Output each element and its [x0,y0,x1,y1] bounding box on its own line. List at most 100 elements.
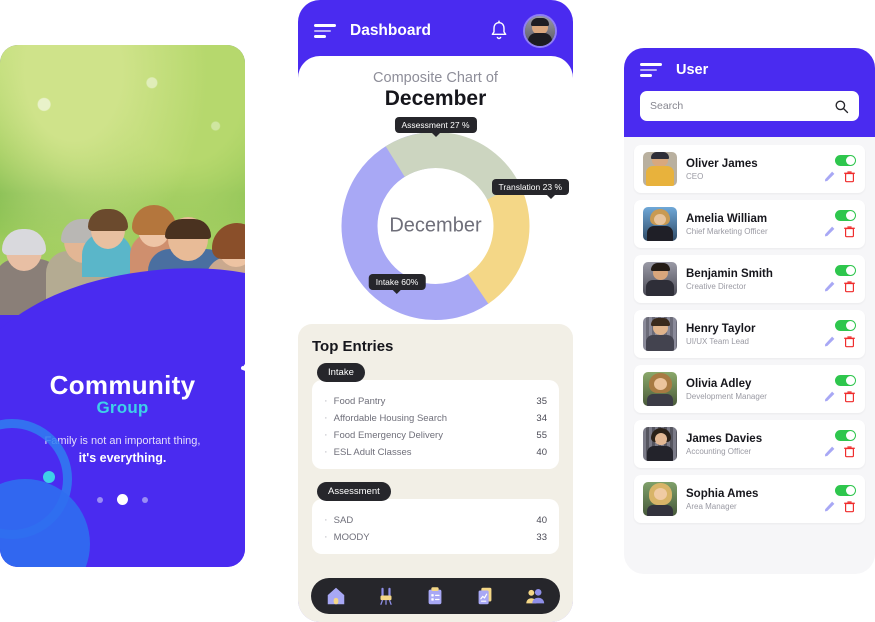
chart-subtitle: Composite Chart of [373,70,498,86]
bullet-icon: · [324,395,328,407]
avatar [643,152,677,186]
user-info: Benjamin Smith Creative Director [686,267,814,291]
list-item[interactable]: · SAD 40 [324,512,547,529]
list-item[interactable]: · MOODY 33 [324,529,547,546]
row-icon-group [823,225,856,238]
pencil-icon[interactable] [823,170,836,183]
entry-name: Food Emergency Delivery [333,430,443,441]
pencil-icon[interactable] [823,500,836,513]
tagline-line-1: Family is not an important thing, [44,435,201,447]
avatar[interactable] [523,14,557,48]
hamburger-icon[interactable] [640,63,662,77]
pagination-dot-1[interactable] [96,496,103,503]
table-row[interactable]: Amelia William Chief Marketing Officer [634,200,865,248]
report-chart-icon[interactable] [474,585,496,607]
trash-icon[interactable] [843,335,856,348]
search-bar[interactable] [640,91,859,121]
top-entries-title: Top Entries [312,338,394,355]
user-name: Oliver James [686,158,758,170]
group-chip: Assessment [317,482,391,501]
status-toggle[interactable] [835,265,856,276]
entry-value: 40 [536,447,547,458]
status-toggle[interactable] [835,485,856,496]
list-item[interactable]: · Food Pantry 35 [324,393,547,410]
search-input[interactable] [650,100,834,112]
onboarding-panel: Community Group Family is not an importa… [0,45,245,567]
trash-icon[interactable] [843,280,856,293]
status-toggle[interactable] [835,375,856,386]
table-row[interactable]: Benjamin Smith Creative Director [634,255,865,303]
pagination-dots[interactable] [0,491,245,509]
entry-name: SAD [333,515,354,526]
pencil-icon[interactable] [823,390,836,403]
tooltip-assessment: Assessment 27 % [394,117,477,137]
entry-value: 55 [536,430,547,441]
table-row[interactable]: Olivia Adley Development Manager [634,365,865,413]
row-actions [823,485,856,513]
table-row[interactable]: James Davies Accounting Officer [634,420,865,468]
home-icon[interactable] [325,585,347,607]
table-row[interactable]: Henry Taylor UI/UX Team Lead [634,310,865,358]
bell-icon[interactable] [489,20,509,42]
composite-donut-chart: December Assessment 27 % Translation 23 … [298,113,573,338]
row-actions [823,320,856,348]
user-name: Benjamin Smith [686,268,773,280]
table-row[interactable]: Sophia Ames Area Manager [634,475,865,523]
entry-name: MOODY [333,532,370,543]
page-title: User [676,62,709,78]
trash-icon[interactable] [843,225,856,238]
entry-name: ESL Adult Classes [333,447,412,458]
row-actions [823,155,856,183]
status-toggle[interactable] [835,430,856,441]
users-icon[interactable] [524,585,546,607]
trash-icon[interactable] [843,390,856,403]
user-name: Henry Taylor [686,323,756,335]
pencil-icon[interactable] [823,445,836,458]
avatar [643,262,677,296]
pencil-icon[interactable] [823,280,836,293]
user-role: Creative Director [686,282,747,291]
donut-center-label: December [389,214,482,237]
entry-value: 35 [536,396,547,407]
pencil-icon[interactable] [823,335,836,348]
list-item[interactable]: · Affordable Housing Search 34 [324,410,547,427]
entry-name: Affordable Housing Search [333,413,448,424]
tooltip-intake: Intake 60% [368,274,426,294]
search-icon[interactable] [834,99,849,114]
user-info: Olivia Adley Development Manager [686,377,814,401]
list-item[interactable]: · Food Emergency Delivery 55 [324,427,547,444]
tagline-line-2: it's everything. [78,451,167,465]
dashboard-phone: Dashboard Composite Chart of December De… [298,0,573,622]
row-icon-group [823,390,856,403]
device-icon[interactable] [375,585,397,607]
avatar [643,207,677,241]
dashboard-header: Dashboard [298,0,573,62]
row-icon-group [823,335,856,348]
pagination-dot-2[interactable] [117,494,128,506]
pencil-icon[interactable] [823,225,836,238]
row-icon-group [823,445,856,458]
user-name: Amelia William [686,213,768,225]
brand-name-sub: Group [96,398,149,417]
user-info: Henry Taylor UI/UX Team Lead [686,322,814,346]
list-item[interactable]: · ESL Adult Classes 40 [324,444,547,461]
user-role: Chief Marketing Officer [686,227,768,236]
avatar [643,482,677,516]
table-row[interactable]: Oliver James CEO [634,145,865,193]
pagination-dot-3[interactable] [142,496,149,503]
trash-icon[interactable] [843,170,856,183]
hamburger-icon[interactable] [314,24,336,38]
brand-logo: Community Group [0,364,245,418]
status-toggle[interactable] [835,155,856,166]
row-actions [823,210,856,238]
bullet-icon: · [324,531,328,543]
entry-value: 34 [536,413,547,424]
decor-dot-cyan [43,471,55,483]
status-toggle[interactable] [835,320,856,331]
status-toggle[interactable] [835,210,856,221]
trash-icon[interactable] [843,445,856,458]
chart-title: December [384,87,487,110]
row-icon-group [823,500,856,513]
clipboard-list-icon[interactable] [424,585,446,607]
trash-icon[interactable] [843,500,856,513]
